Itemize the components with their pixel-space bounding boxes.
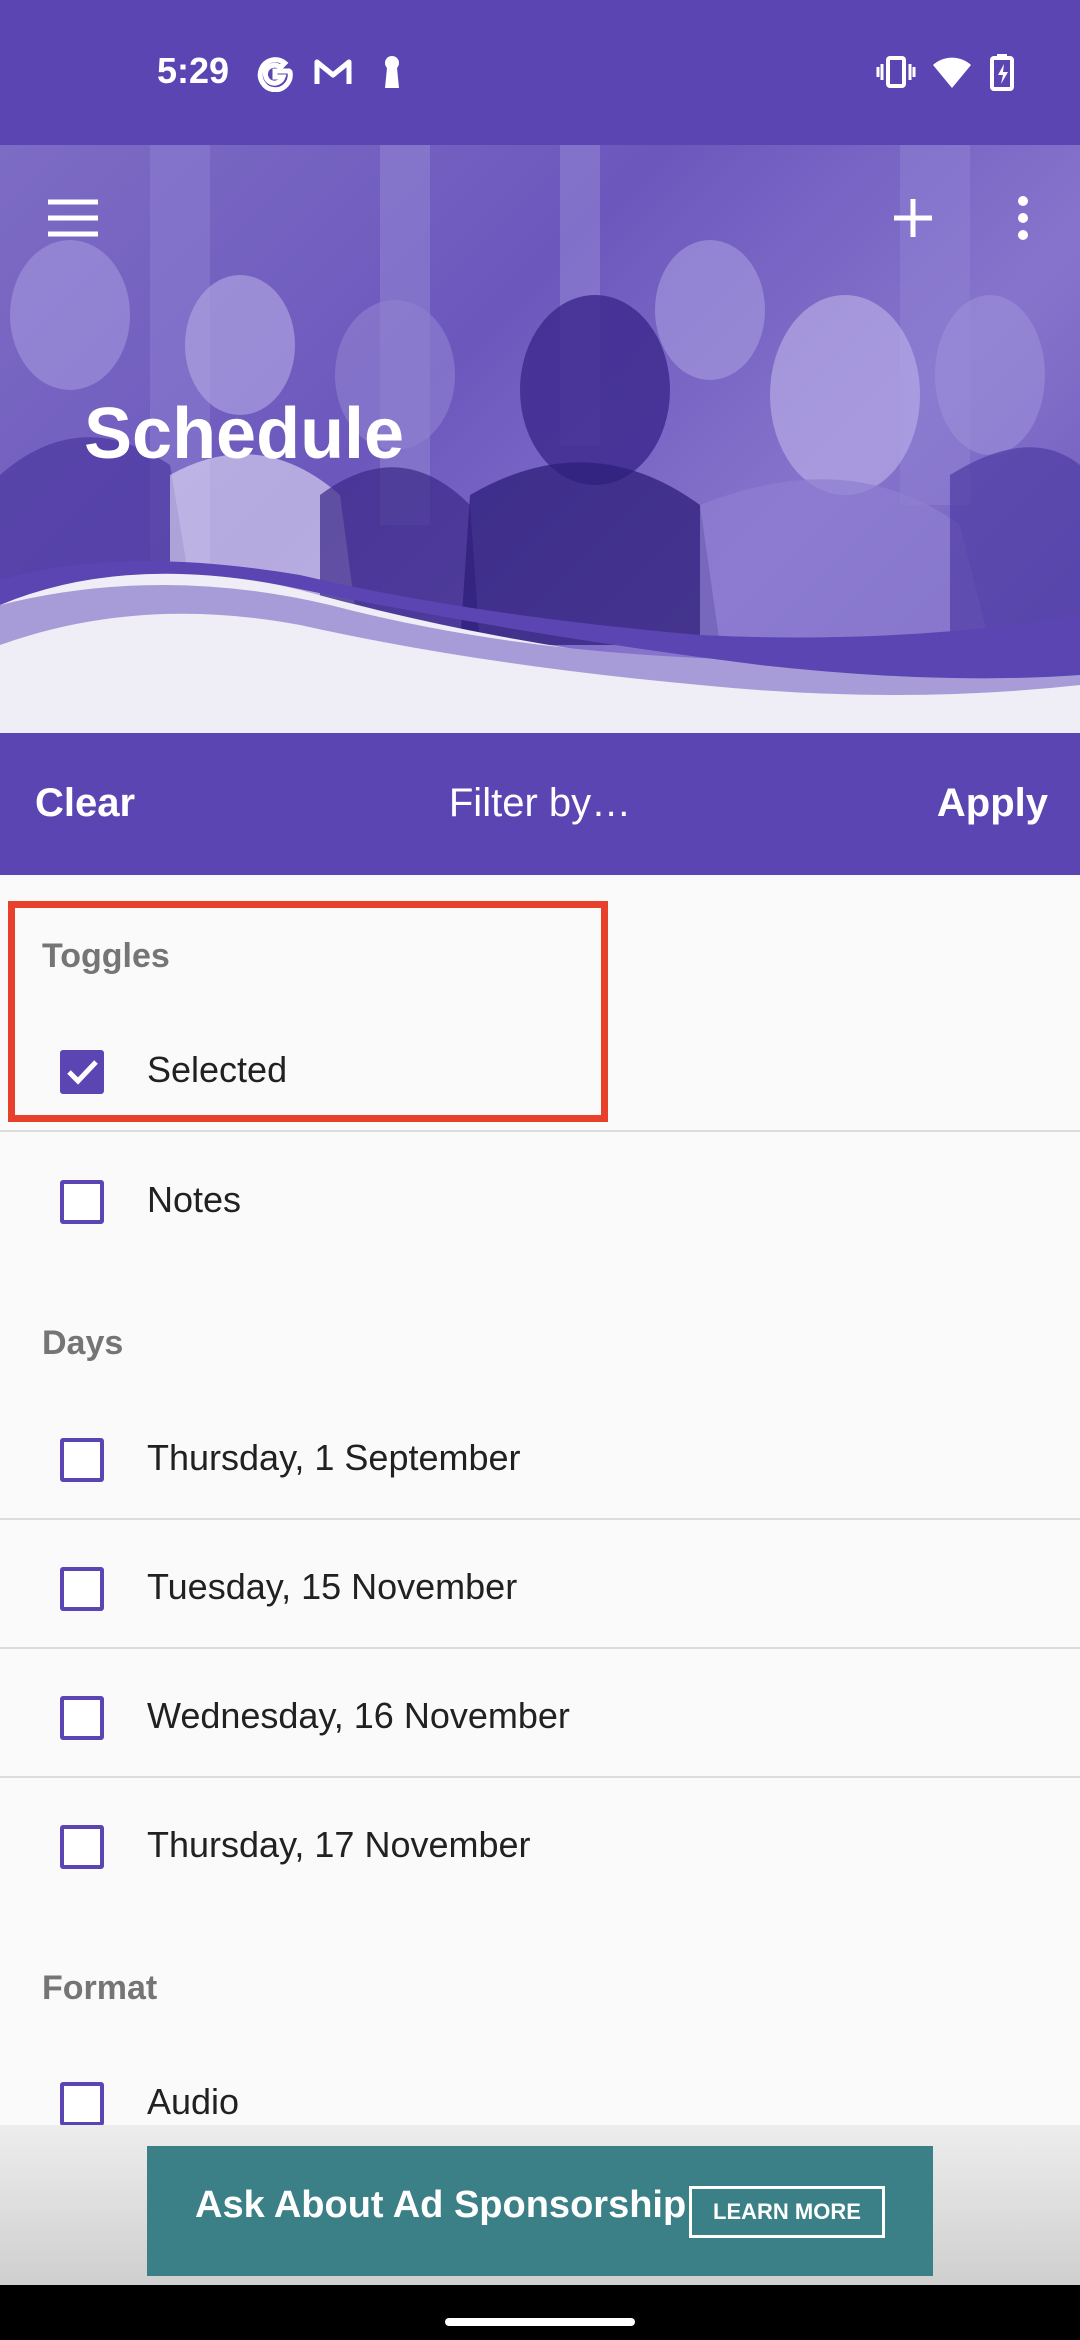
- filter-item-label: Tuesday, 15 November: [147, 1566, 518, 1607]
- checkbox-format[interactable]: [60, 2082, 104, 2125]
- filter-item-day[interactable]: Wednesday, 16 November: [0, 1652, 1080, 1780]
- vibrate-icon: [876, 56, 916, 88]
- apply-button[interactable]: Apply: [937, 781, 1048, 826]
- checkbox-notes[interactable]: [60, 1180, 104, 1224]
- battery-icon: [990, 54, 1014, 91]
- highlight-box: [8, 901, 608, 1122]
- gmail-icon: [314, 59, 352, 84]
- divider: [0, 1776, 1080, 1778]
- section-header-days: Days: [42, 1324, 124, 1362]
- filter-item-format[interactable]: Audio: [0, 2038, 1080, 2125]
- divider: [0, 1518, 1080, 1520]
- keyhole-icon: [385, 56, 399, 88]
- home-gesture-handle[interactable]: [445, 2318, 635, 2326]
- divider: [0, 1130, 1080, 1132]
- filter-item-day[interactable]: Thursday, 17 November: [0, 1781, 1080, 1909]
- filter-item-label: Notes: [147, 1179, 242, 1220]
- status-bar: 5:29: [0, 0, 1080, 145]
- ad-text: Ask About Ad Sponsorship: [195, 2184, 687, 2226]
- overflow-menu-button[interactable]: [978, 173, 1068, 263]
- more-vertical-icon: [1018, 196, 1028, 240]
- filter-title: Filter by…: [448, 781, 632, 825]
- filter-item-label: Wednesday, 16 November: [147, 1695, 570, 1736]
- ad-banner[interactable]: Ask About Ad Sponsorship LEARN MORE: [147, 2146, 933, 2276]
- hamburger-icon: [48, 199, 98, 237]
- plus-icon: [894, 199, 932, 237]
- filter-item-notes[interactable]: Notes: [0, 1136, 1080, 1264]
- status-time: 5:29: [157, 50, 230, 91]
- menu-button[interactable]: [28, 173, 118, 263]
- ad-area: Ask About Ad Sponsorship LEARN MORE: [0, 2125, 1080, 2285]
- checkbox-day[interactable]: [60, 1438, 104, 1482]
- navigation-bar: [0, 2285, 1080, 2340]
- learn-more-button[interactable]: LEARN MORE: [689, 2186, 885, 2238]
- google-icon: [257, 57, 293, 92]
- filter-bar: Filter by… Clear Apply: [0, 733, 1080, 875]
- filter-item-label: Thursday, 17 November: [147, 1824, 531, 1865]
- header-banner: Schedule: [0, 145, 1080, 733]
- section-header-format: Format: [42, 1969, 158, 2007]
- filter-item-day[interactable]: Thursday, 1 September: [0, 1394, 1080, 1522]
- divider: [0, 1647, 1080, 1649]
- page-title: Schedule: [84, 394, 405, 474]
- wifi-icon: [933, 57, 971, 88]
- checkbox-day[interactable]: [60, 1567, 104, 1611]
- filter-item-label: Thursday, 1 September: [147, 1437, 521, 1478]
- clear-button[interactable]: Clear: [35, 781, 135, 826]
- add-button[interactable]: [868, 173, 958, 263]
- filter-item-day[interactable]: Tuesday, 15 November: [0, 1523, 1080, 1651]
- checkbox-day[interactable]: [60, 1696, 104, 1740]
- filter-item-label: Audio: [147, 2081, 240, 2122]
- checkbox-day[interactable]: [60, 1825, 104, 1869]
